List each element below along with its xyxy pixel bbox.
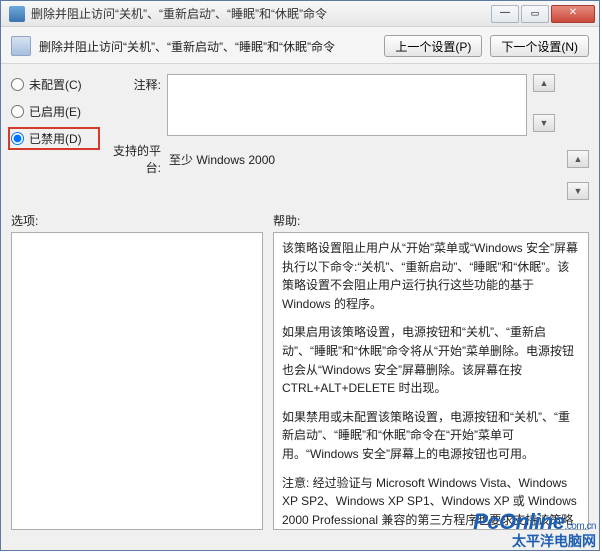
maximize-button[interactable] <box>521 5 549 23</box>
radio-enabled-label: 已启用(E) <box>29 103 81 120</box>
app-icon <box>9 6 25 22</box>
options-label: 选项: <box>11 212 263 229</box>
previous-setting-button[interactable]: 上一个设置(P) <box>384 35 482 57</box>
minimize-button[interactable] <box>491 5 519 23</box>
comment-textarea[interactable] <box>167 74 527 136</box>
help-paragraph: 如果禁用或未配置该策略设置，电源按钮和“关机”、“重新启动”、“睡眠”和“休眠”… <box>282 408 580 464</box>
radio-not-configured-input[interactable] <box>11 78 24 91</box>
options-column: 选项: <box>11 212 263 530</box>
platform-label: 支持的平台: <box>105 142 161 176</box>
radio-disabled[interactable]: 已禁用(D) <box>11 130 97 147</box>
platform-scroll-row: ▼ <box>105 182 589 200</box>
titlebar: 删除并阻止访问“关机”、“重新启动”、“睡眠”和“休眠”命令 <box>1 1 599 27</box>
help-paragraph: 注意: 经过验证与 Microsoft Windows Vista、Window… <box>282 474 580 530</box>
window-title: 删除并阻止访问“关机”、“重新启动”、“睡眠”和“休眠”命令 <box>31 5 489 22</box>
radio-disabled-input[interactable] <box>11 132 24 145</box>
policy-title: 删除并阻止访问“关机”、“重新启动”、“睡眠”和“休眠”命令 <box>39 38 376 55</box>
comment-row: 注释: ▲ ▼ <box>105 74 589 136</box>
next-setting-button[interactable]: 下一个设置(N) <box>490 35 589 57</box>
comment-platform-block: 注释: ▲ ▼ 支持的平台: 至少 Windows 2000 ▲ ▼ <box>105 74 589 200</box>
policy-icon <box>11 36 31 56</box>
close-button[interactable] <box>551 5 595 23</box>
config-section: 未配置(C) 已启用(E) 已禁用(D) 注释: ▲ ▼ 支持的平台: <box>1 64 599 206</box>
radio-enabled-input[interactable] <box>11 105 24 118</box>
header-section: 删除并阻止访问“关机”、“重新启动”、“睡眠”和“休眠”命令 上一个设置(P) … <box>1 27 599 64</box>
radio-not-configured[interactable]: 未配置(C) <box>11 76 97 93</box>
help-paragraph: 如果启用该策略设置，电源按钮和“关机”、“重新启动”、“睡眠”和“休眠”命令将从… <box>282 323 580 397</box>
platform-value: 至少 Windows 2000 <box>167 151 561 168</box>
platform-row: 支持的平台: 至少 Windows 2000 ▲ <box>105 142 589 176</box>
comment-scroll-down-icon[interactable]: ▼ <box>533 114 555 132</box>
state-radio-group: 未配置(C) 已启用(E) 已禁用(D) <box>11 74 97 200</box>
help-paragraph: 该策略设置阻止用户从“开始”菜单或“Windows 安全”屏幕执行以下命令:“关… <box>282 239 580 313</box>
platform-scroll-up-icon[interactable]: ▲ <box>567 150 589 168</box>
radio-enabled[interactable]: 已启用(E) <box>11 103 97 120</box>
options-panel[interactable] <box>11 232 263 530</box>
comment-label: 注释: <box>105 74 161 93</box>
help-column: 帮助: 该策略设置阻止用户从“开始”菜单或“Windows 安全”屏幕执行以下命… <box>273 212 589 530</box>
radio-not-configured-label: 未配置(C) <box>29 76 82 93</box>
dialog-window: 删除并阻止访问“关机”、“重新启动”、“睡眠”和“休眠”命令 删除并阻止访问“关… <box>0 0 600 551</box>
lower-section: 选项: 帮助: 该策略设置阻止用户从“开始”菜单或“Windows 安全”屏幕执… <box>1 206 599 540</box>
help-label: 帮助: <box>273 212 589 229</box>
window-controls <box>489 5 595 23</box>
help-panel[interactable]: 该策略设置阻止用户从“开始”菜单或“Windows 安全”屏幕执行以下命令:“关… <box>273 232 589 530</box>
comment-scroll-up-icon[interactable]: ▲ <box>533 74 555 92</box>
platform-scroll-down-icon[interactable]: ▼ <box>567 182 589 200</box>
radio-disabled-label: 已禁用(D) <box>29 130 82 147</box>
